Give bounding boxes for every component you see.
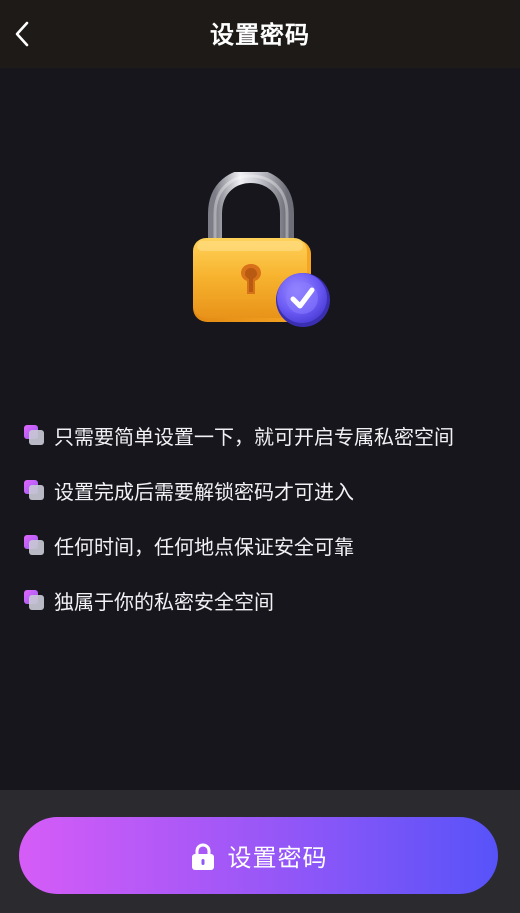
list-item: 任何时间，任何地点保证安全可靠 — [24, 533, 454, 588]
main-content: 只需要简单设置一下，就可开启专属私密空间 设置完成后需要解锁密码才可进入 任何时… — [0, 68, 520, 790]
set-password-button-label: 设置密码 — [227, 844, 328, 872]
list-item: 独属于你的私密安全空间 — [24, 588, 454, 643]
chevron-left-icon — [15, 21, 29, 47]
list-item: 设置完成后需要解锁密码才可进入 — [24, 478, 454, 533]
lock-icon — [191, 842, 214, 870]
bottom-bar: 设置密码 — [0, 790, 520, 913]
feature-text: 只需要简单设置一下，就可开启专属私密空间 — [54, 425, 454, 449]
back-button[interactable] — [6, 16, 38, 52]
set-password-button[interactable]: 设置密码 — [19, 817, 498, 894]
bullet-square-icon — [24, 425, 48, 449]
feature-text: 任何时间，任何地点保证安全可靠 — [54, 535, 354, 559]
page-title: 设置密码 — [210, 21, 310, 49]
list-item: 只需要简单设置一下，就可开启专属私密空间 — [24, 423, 454, 478]
top-nav-bar: 设置密码 — [0, 0, 520, 68]
padlock-check-icon — [193, 172, 330, 327]
bullet-square-icon — [24, 480, 48, 504]
feature-text: 独属于你的私密安全空间 — [54, 590, 274, 614]
feature-text: 设置完成后需要解锁密码才可进入 — [54, 480, 354, 504]
bullet-square-icon — [24, 535, 48, 559]
feature-list: 只需要简单设置一下，就可开启专属私密空间 设置完成后需要解锁密码才可进入 任何时… — [24, 423, 454, 643]
bullet-square-icon — [24, 590, 48, 614]
